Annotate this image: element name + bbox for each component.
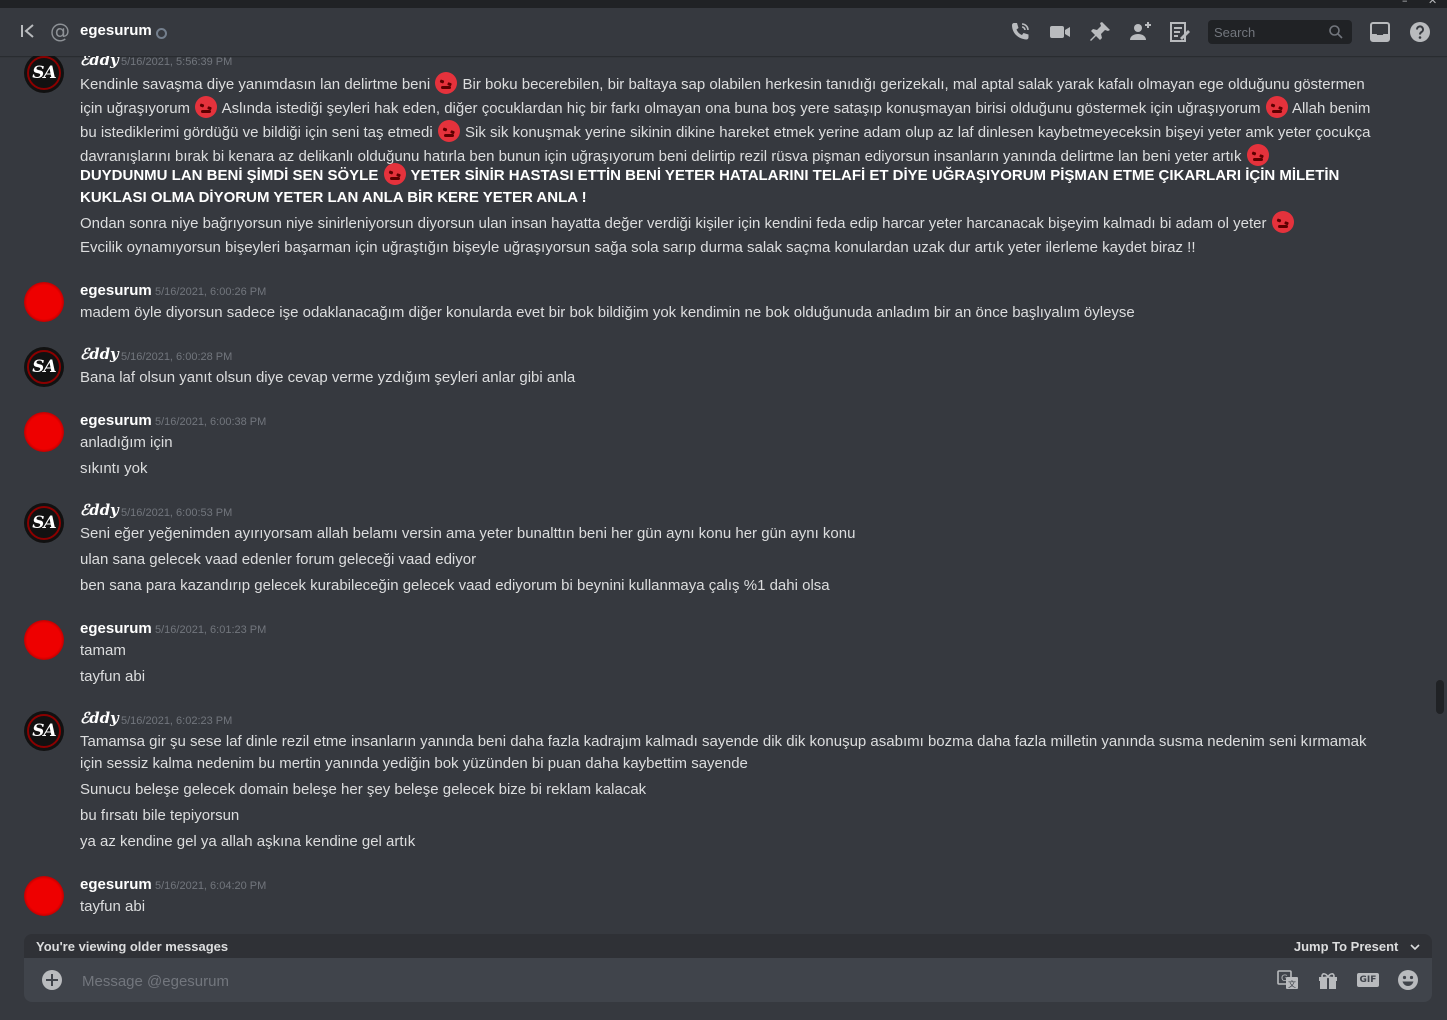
avatar[interactable]: [24, 876, 64, 916]
rage-emoji-icon: [1265, 96, 1288, 118]
message-timestamp: 5/16/2021, 6:00:28 PM: [121, 351, 233, 363]
channel-header: @ egesurum Search: [0, 8, 1447, 56]
rage-emoji-icon: [195, 96, 218, 118]
chevron-down-icon: [1410, 939, 1420, 954]
message-author[interactable]: ℰddy: [80, 709, 119, 727]
minimize-button[interactable]: –: [1402, 0, 1408, 7]
message-author[interactable]: egesurum: [80, 412, 152, 429]
close-button[interactable]: ✕: [1428, 0, 1437, 7]
rage-emoji-icon: [437, 120, 460, 142]
search-placeholder: Search: [1214, 25, 1256, 40]
search-icon: [1328, 24, 1344, 40]
message-list[interactable]: ℰddy 5/16/2021, 5:56:39 PM Kendinle sava…: [0, 56, 1440, 934]
jump-to-present-label: Jump To Present: [1293, 939, 1399, 954]
gif-label: GIF: [1359, 975, 1377, 985]
message-timestamp: 5/16/2021, 6:01:23 PM: [155, 624, 267, 636]
search-box[interactable]: Search: [1208, 20, 1352, 44]
emoji-icon[interactable]: [1396, 968, 1420, 992]
dm-username[interactable]: egesurum: [80, 22, 152, 39]
help-icon[interactable]: [1408, 20, 1432, 44]
older-messages-label: You're viewing older messages: [36, 939, 229, 954]
message-content: DUYDUNMU LAN BENİ ŞİMDİ SEN SÖYLE YETER …: [80, 163, 1390, 209]
avatar[interactable]: [24, 620, 64, 660]
message-content: anladığım için: [80, 434, 173, 451]
avatar[interactable]: [24, 412, 64, 452]
message-content: madem öyle diyorsun sadece işe odaklanac…: [80, 304, 1135, 321]
call-icon[interactable]: [1008, 20, 1032, 44]
profile-icon[interactable]: [1168, 20, 1192, 44]
scrollbar-thumb[interactable]: [1436, 680, 1444, 714]
avatar[interactable]: [24, 282, 64, 322]
message-author[interactable]: ℰddy: [80, 501, 119, 519]
message-input[interactable]: [80, 968, 1244, 994]
older-messages-bar: You're viewing older messages Jump To Pr…: [24, 934, 1432, 960]
gift-icon[interactable]: [1316, 968, 1340, 992]
message-content: tamam: [80, 642, 126, 659]
message-content: Ondan sonra niye bağrıyorsun niye sinirl…: [80, 211, 1390, 235]
translate-icon[interactable]: G文: [1276, 968, 1300, 992]
message-content: Evcilik oynamıyorsun bişeyleri başarman …: [80, 239, 1196, 256]
message-author[interactable]: egesurum: [80, 620, 152, 637]
rage-emoji-icon: [435, 72, 458, 94]
collapse-sidebar-icon[interactable]: [18, 21, 38, 41]
status-offline-icon: [156, 28, 167, 39]
gif-icon[interactable]: GIF: [1356, 968, 1380, 992]
message-author[interactable]: egesurum: [80, 876, 152, 893]
message-composer: G文 GIF: [24, 958, 1432, 1002]
message-content: Seni eğer yeğenimden ayırıyorsam allah b…: [80, 525, 856, 542]
message-timestamp: 5/16/2021, 6:00:26 PM: [155, 286, 267, 298]
add-attachment-icon[interactable]: [42, 970, 62, 990]
message-content: ben sana para kazandırıp gelecek kurabil…: [80, 577, 830, 594]
message-content: ulan sana gelecek vaad edenler forum gel…: [80, 551, 477, 568]
svg-text:文: 文: [1288, 979, 1296, 989]
message-author[interactable]: egesurum: [80, 282, 152, 299]
message-content: tayfun abi: [80, 898, 146, 915]
message-content: tayfun abi: [80, 668, 146, 685]
message-timestamp: 5/16/2021, 6:00:38 PM: [155, 416, 267, 428]
message-content: Bana laf olsun yanıt olsun diye cevap ve…: [80, 369, 576, 386]
avatar[interactable]: [24, 711, 64, 751]
message-author[interactable]: ℰddy: [80, 345, 119, 363]
message-timestamp: 5/16/2021, 5:56:39 PM: [121, 56, 233, 68]
video-icon[interactable]: [1048, 20, 1072, 44]
avatar[interactable]: [24, 503, 64, 543]
avatar[interactable]: [24, 56, 64, 93]
inbox-icon[interactable]: [1368, 20, 1392, 44]
rage-emoji-icon: [383, 163, 406, 185]
message-timestamp: 5/16/2021, 6:02:23 PM: [121, 715, 233, 727]
window-titlebar: – ✕: [0, 0, 1447, 8]
jump-to-present-button[interactable]: Jump To Present: [1294, 939, 1420, 954]
message-timestamp: 5/16/2021, 6:04:20 PM: [155, 880, 267, 892]
pin-icon[interactable]: [1088, 20, 1112, 44]
message-author[interactable]: ℰddy: [80, 56, 119, 69]
message-content: sıkıntı yok: [80, 460, 148, 477]
message-content: Kendinle savaşma diye yanımdasın lan del…: [80, 72, 1390, 168]
message-content: ya az kendine gel ya allah aşkına kendin…: [80, 833, 416, 850]
message-timestamp: 5/16/2021, 6:00:53 PM: [121, 507, 233, 519]
message-content: Tamamsa gir şu sese laf dinle rezil etme…: [80, 733, 1367, 772]
add-friend-icon[interactable]: [1128, 20, 1152, 44]
message-content: bu fırsatı bile tepiyorsun: [80, 807, 240, 824]
message-content: Sunucu beleşe gelecek domain beleşe her …: [80, 781, 647, 798]
avatar[interactable]: [24, 347, 64, 387]
rage-emoji-icon: [1271, 211, 1294, 233]
at-icon: @: [50, 19, 70, 43]
